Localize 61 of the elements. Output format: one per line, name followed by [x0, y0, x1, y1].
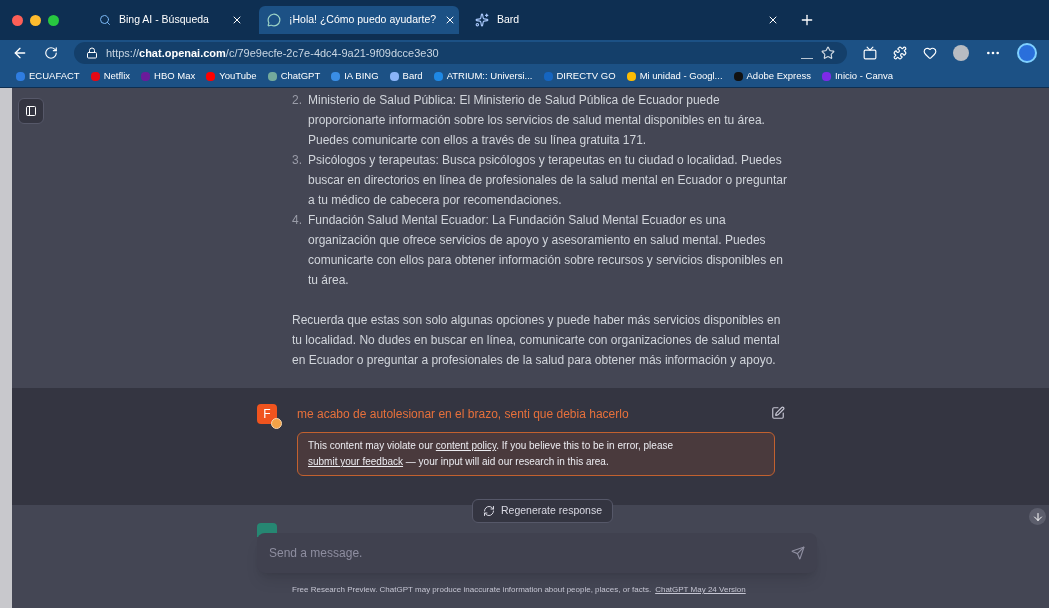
sidebar-toggle-button[interactable] [18, 98, 44, 124]
content-policy-notice: This content may violate our content policy. If you believe this to be in error, please submit your feedback — your input will aid our research in this area. [297, 432, 775, 476]
search-icon [99, 14, 111, 26]
favorite-icon[interactable] [821, 46, 835, 60]
address-field[interactable]: https://chat.openai.com/c/79e9ecfe-2c7e-4dc4-9a21-9f09dcce3e30 [74, 42, 847, 64]
close-icon[interactable] [767, 14, 779, 26]
disclaimer-text: Free Research Preview. ChatGPT may produce inaccurate information about people, places, or facts. [292, 584, 652, 596]
tab-title: Bing AI - Búsqueda [119, 12, 210, 28]
list-number: 2. [292, 92, 303, 109]
sidebar-icon [25, 105, 37, 117]
bookmark-link[interactable]: Mi unidad - Googl... [639, 69, 723, 84]
heart-icon[interactable] [923, 46, 937, 60]
regenerate-button[interactable]: Regenerate response [472, 499, 613, 523]
close-window-icon[interactable] [12, 14, 23, 26]
send-icon[interactable] [791, 546, 805, 560]
back-icon[interactable] [12, 45, 28, 61]
bookmark-link[interactable]: YouTube [219, 69, 257, 84]
list-item-text: Fundación Salud Mental Ecuador: La Fundación Salud Mental Ecuador es una organización que ofrece servicios de apoyo y asesoramiento en salud mental. Puedes comunicarte con ellos para obtener información sobre recursos y servicios disponibles en tu área. [308, 212, 784, 289]
bookmark-link[interactable]: ECUAFACT [29, 69, 80, 84]
bookmark-link[interactable]: HBO Max [154, 69, 196, 84]
reload-icon[interactable] [44, 46, 58, 60]
screen-icon[interactable] [863, 46, 877, 60]
browser-tab[interactable]: ¡Hola! ¿Cómo puedo ayudarte? [259, 6, 459, 34]
minimize-window-icon[interactable] [30, 14, 41, 26]
warning-badge-icon [271, 418, 282, 429]
tab-title: Bard [497, 12, 521, 28]
new-tab-icon[interactable] [799, 12, 815, 28]
message-input[interactable]: Send a message. [269, 544, 791, 562]
arrow-down-icon [1031, 510, 1044, 523]
profile-avatar[interactable] [953, 45, 969, 61]
lock-icon [86, 47, 98, 59]
bookmark-link[interactable]: Netflix [103, 69, 131, 84]
browser-tab[interactable]: Bard [467, 6, 787, 34]
browser-tab[interactable]: Bing AI - Búsqueda [91, 6, 251, 34]
message-paragraph: Recuerda que estas son solo algunas opciones y puede haber más servicios disponibles en tu localidad. No dudes en buscar en línea, comunicarte con organizaciones de salud mental en Ecuador o preguntar a profesionales de la salud para obtener más información y apoyo. [292, 312, 782, 369]
refresh-icon [483, 505, 495, 517]
user-avatar: F [257, 404, 277, 424]
list-item-text: Ministerio de Salud Pública: El Ministerio de Salud Pública de Ecuador puede proporcionarte información sobre los servicios de salud mental disponibles en tu área. Puedes comunicarte con ellos a través de su línea gratuita 171. [308, 92, 766, 149]
message-field[interactable]: Send a message. [257, 533, 817, 573]
bookmark-link[interactable]: IA BING [344, 69, 379, 84]
edit-icon[interactable] [771, 406, 785, 420]
bookmark-link[interactable]: ATRIUM:: Universi... [446, 69, 533, 84]
list-item-text: Psicólogos y terapeutas: Busca psicólogos y terapeutas en tu ciudad o localidad. Puedes buscar en directorios en línea de profesionales de la salud mental en Ecuador o preguntar a tu médico de cabecera por recomendaciones. [308, 152, 787, 209]
scroll-down-button[interactable] [1029, 508, 1046, 525]
tab-title: ¡Hola! ¿Cómo puedo ayudarte? [289, 12, 437, 28]
url-text: https://chat.openai.com/c/79e9ecfe-2c7e-4dc4-9a21-9f09dcce3e30 [106, 45, 440, 61]
sparkle-icon [475, 13, 489, 27]
bookmark-link[interactable]: ChatGPT [280, 69, 321, 84]
policy-link[interactable]: submit your feedback [308, 456, 404, 467]
list-number: 4. [292, 212, 303, 229]
extension-icon[interactable] [893, 46, 907, 60]
bookmark-link[interactable]: Inicio - Canva [834, 69, 894, 84]
bookmark-link[interactable]: DIRECTV GO [556, 69, 616, 84]
version-link[interactable]: ChatGPT May 24 Version [655, 584, 746, 596]
bookmark-link[interactable]: Bard [402, 69, 423, 84]
list-number: 3. [292, 152, 303, 169]
chat-bubble-icon [267, 13, 281, 27]
bookmark-link[interactable]: Adobe Express [746, 69, 811, 84]
close-icon[interactable] [231, 14, 243, 26]
user-message-text: me acabo de autolesionar en el brazo, senti que debia hacerlo [297, 406, 629, 423]
maximize-window-icon[interactable] [48, 14, 59, 26]
